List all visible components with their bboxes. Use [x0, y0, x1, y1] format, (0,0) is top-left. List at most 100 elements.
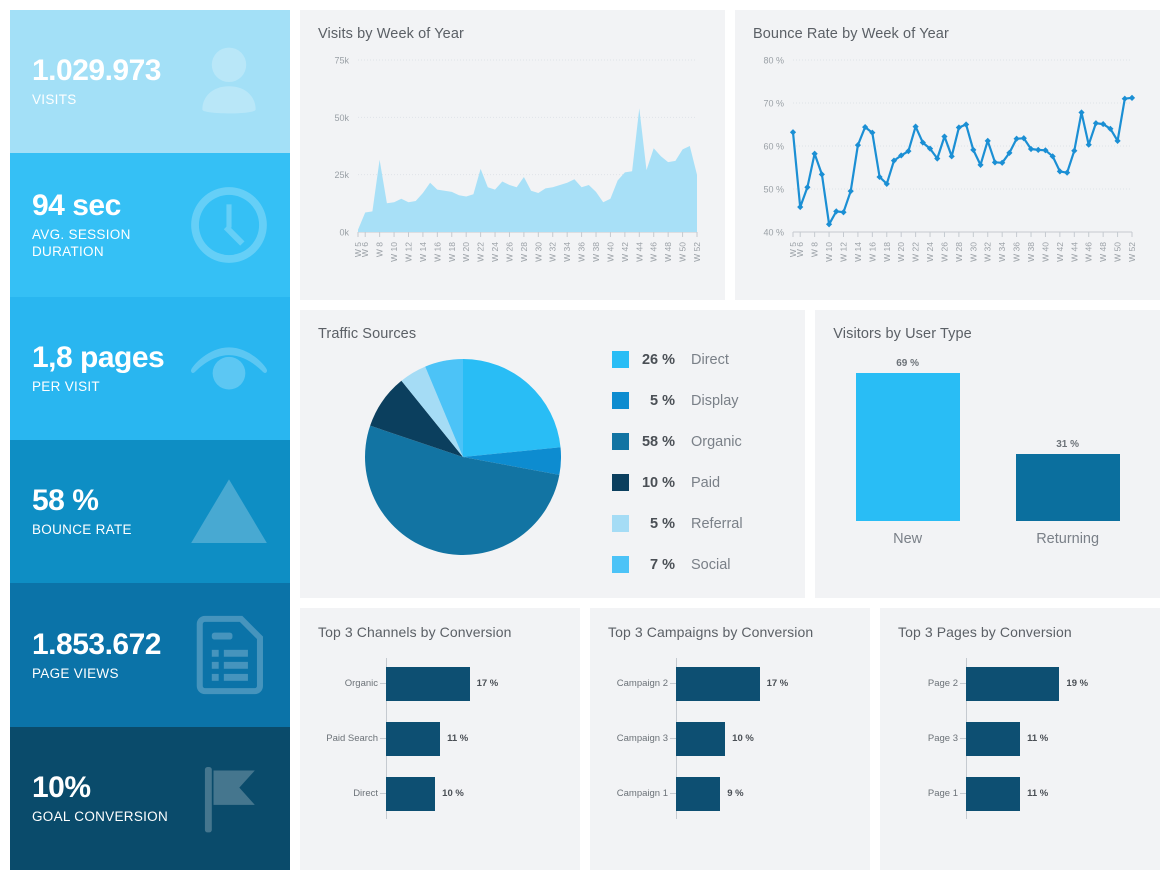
- top-pages-title: Top 3 Pages by Conversion: [898, 624, 1072, 640]
- kpi-label: BOUNCE RATE: [32, 522, 132, 538]
- svg-text:W 18: W 18: [882, 242, 892, 262]
- kpi-card-visits[interactable]: 1.029.973 VISITS: [10, 10, 290, 154]
- svg-text:W 20: W 20: [461, 242, 471, 262]
- legend-row[interactable]: 7 % Social: [612, 544, 787, 585]
- hbar-row[interactable]: Paid Search 11 %: [326, 711, 562, 766]
- kpi-card-bounce-rate[interactable]: 58 % BOUNCE RATE: [10, 439, 290, 584]
- svg-text:0k: 0k: [339, 228, 349, 238]
- svg-text:W 48: W 48: [663, 242, 673, 262]
- hbar-row[interactable]: Campaign 3 10 %: [617, 711, 852, 766]
- axis-tick: [960, 683, 966, 684]
- hbar-row[interactable]: Direct 10 %: [353, 766, 562, 821]
- data-point: [1063, 169, 1071, 176]
- visits-area-chart: 0k 25k 50k 75k W 5W 6W 8W 10 W 12 W 14 W 16 W 18…: [318, 42, 707, 299]
- hbar-value-label: 11 %: [1027, 788, 1049, 799]
- kpi-card-goal-conversion[interactable]: 10% GOAL CONVERSION: [10, 726, 290, 870]
- legend-row[interactable]: 10 % Paid: [612, 462, 787, 503]
- data-point: [991, 159, 999, 166]
- svg-text:W 28: W 28: [954, 242, 964, 262]
- svg-text:W 40: W 40: [605, 242, 615, 262]
- svg-text:W 32: W 32: [983, 242, 993, 262]
- user-type-bar-returning[interactable]: 31 % Returning: [1015, 356, 1120, 547]
- pie-slice-direct[interactable]: [463, 358, 561, 457]
- visits-panel: Visits by Week of Year 0k 25k 50k 75k W 5W 6…: [300, 10, 725, 300]
- traffic-sources-panel: 26 % Direct 5 % Display 58 % Organic 10 % Paid 5…: [300, 310, 806, 598]
- legend-percent: 10 %: [641, 474, 675, 491]
- legend-label: Referral: [691, 515, 743, 532]
- legend-swatch-display: [612, 392, 629, 409]
- traffic-sources-legend: 26 % Direct 5 % Display 58 % Organic 10 % Paid 5…: [608, 326, 787, 586]
- svg-text:W 24: W 24: [925, 242, 935, 262]
- user-type-bar-new[interactable]: 69 % New: [855, 356, 960, 547]
- hbar-value-label: 19 %: [1066, 678, 1089, 689]
- axis-tick: [380, 738, 386, 739]
- hbar-rect: [966, 776, 1021, 811]
- user-type-bar-chart: 69 % New 31 % Returning: [833, 342, 1142, 547]
- axis-tick: [380, 793, 386, 794]
- svg-text:W 42: W 42: [1055, 242, 1065, 262]
- top-channels-chart: Organic 17 % Paid Search 11 % Direct 10 %: [318, 656, 562, 821]
- data-point: [1085, 141, 1092, 148]
- data-point: [1092, 120, 1100, 127]
- top-channels-title: Top 3 Channels by Conversion: [318, 624, 512, 640]
- hbar-row[interactable]: Campaign 2 17 %: [617, 656, 852, 711]
- kpi-value: 10%: [32, 770, 91, 804]
- hbar-rect: [386, 666, 470, 701]
- data-point: [984, 137, 991, 144]
- area-series: [358, 108, 697, 232]
- svg-text:W 8: W 8: [810, 242, 820, 257]
- hbar-rect: [386, 721, 441, 756]
- top-pages-chart: Page 2 19 % Page 3 11 % Page 1 11 %: [898, 656, 1142, 821]
- svg-text:W 26: W 26: [939, 242, 949, 262]
- legend-row[interactable]: 26 % Direct: [612, 339, 787, 380]
- pie-svg: [365, 358, 562, 555]
- svg-text:W 52: W 52: [1127, 242, 1137, 262]
- kpi-sidebar: 1.029.973 VISITS 94 sec AVG. SESSION DURATI…: [10, 10, 290, 870]
- kpi-value: 94 sec: [32, 189, 121, 223]
- kpi-card-per-visit[interactable]: 1,8 pages PER VISIT: [10, 296, 290, 440]
- svg-text:W 16: W 16: [867, 242, 877, 262]
- svg-text:W 32: W 32: [548, 242, 558, 262]
- svg-text:W 30: W 30: [968, 242, 978, 262]
- kpi-value: 1.029.973: [32, 54, 161, 88]
- user-type-panel: Visitors by User Type 69 % New 31 % Returni…: [815, 310, 1160, 598]
- svg-text:W 50: W 50: [678, 242, 688, 262]
- data-point: [789, 129, 797, 136]
- legend-row[interactable]: 5 % Referral: [612, 503, 787, 544]
- legend-row[interactable]: 58 % Organic: [612, 421, 787, 462]
- top-pages-panel: Top 3 Pages by Conversion Page 2 19 % Page…: [880, 608, 1160, 870]
- data-point: [1128, 94, 1136, 101]
- data-point: [941, 133, 948, 140]
- legend-label: Social: [691, 556, 731, 573]
- hbar-category-label: Campaign 1: [616, 788, 668, 799]
- hbar-category-label: Organic: [344, 678, 378, 689]
- axis-tick: [670, 738, 676, 739]
- hbar-row[interactable]: Organic 17 %: [345, 656, 562, 711]
- kpi-card-avg-session-duration[interactable]: 94 sec AVG. SESSION DURATION: [10, 153, 290, 297]
- hbar-value-label: 10 %: [732, 733, 754, 744]
- svg-text:50 %: 50 %: [763, 185, 784, 195]
- user-type-title: Visitors by User Type: [833, 326, 972, 342]
- hbar-row[interactable]: Page 1 11 %: [928, 766, 1142, 821]
- data-point: [955, 124, 962, 131]
- legend-label: Organic: [691, 433, 742, 450]
- bar-rect: [1015, 454, 1120, 521]
- svg-text:W 16: W 16: [432, 242, 442, 262]
- data-point: [797, 203, 804, 211]
- kpi-value: 58 %: [32, 484, 99, 518]
- hbar-row[interactable]: Campaign 1 9 %: [617, 766, 852, 821]
- svg-text:W 6: W 6: [360, 242, 370, 257]
- kpi-label: PAGE VIEWS: [32, 665, 119, 681]
- hbar-value-label: 11 %: [447, 733, 469, 744]
- hbar-row[interactable]: Page 2 19 %: [928, 656, 1142, 711]
- hbar-category-label: Page 3: [927, 733, 958, 744]
- top-channels-panel: Top 3 Channels by Conversion Organic 17 %…: [300, 608, 580, 870]
- legend-row[interactable]: 5 % Display: [612, 380, 787, 421]
- data-point: [1121, 95, 1128, 102]
- svg-text:W 12: W 12: [838, 242, 848, 262]
- axis-tick: [960, 793, 966, 794]
- svg-text:W 10: W 10: [389, 242, 399, 262]
- kpi-card-page-views[interactable]: 1.853.672 PAGE VIEWS: [10, 583, 290, 727]
- svg-text:W 48: W 48: [1098, 242, 1108, 262]
- hbar-row[interactable]: Page 3 11 %: [928, 711, 1142, 766]
